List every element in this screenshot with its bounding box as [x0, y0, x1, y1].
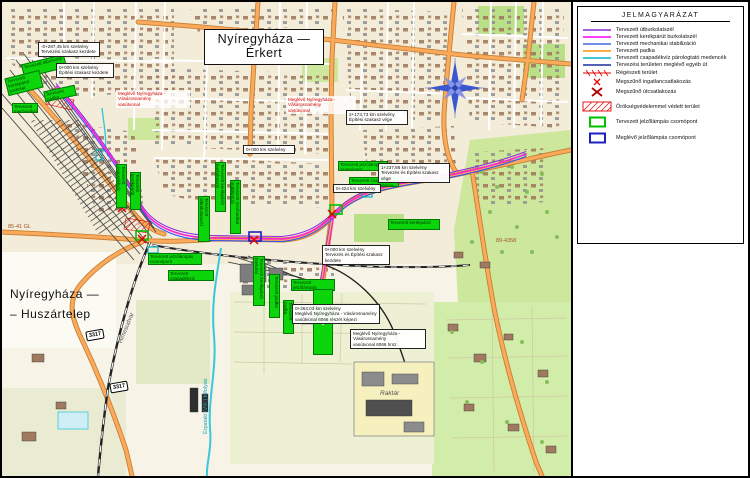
pond: [58, 412, 88, 429]
legend-line-swatch: [582, 48, 612, 54]
green-annotation: Tervezett jelzőlámpás csomópont: [148, 253, 202, 265]
legend-item-stormwater-basins: Tervezett csapadékvíz párologtató medenc…: [582, 55, 739, 61]
green-annotation: Tervezett kerékpárút: [130, 172, 141, 210]
green-annotation: Tervezett mechanikai stabilizáció: [12, 103, 38, 113]
km-callout: 0+424 km szelvény: [333, 184, 381, 193]
legend-item-shoulder: Tervezett padka: [582, 48, 739, 54]
green-annotation: Tervezett mechanikai stabilizáció: [230, 180, 241, 234]
label-warehouse: Raktár: [380, 390, 399, 397]
legend-item-removed-property-access: Megszűnő ingatlancsatlakozás: [582, 78, 739, 86]
km-callout: 0+000 km szelvény: [243, 145, 295, 154]
km-callout: 0+000 km szelvény Tervezés és Építési sz…: [322, 245, 390, 265]
legend-item-pavement-edge: Tervezett útburkolatszél: [582, 27, 739, 33]
green-annotation: Tervezett kerékpárút: [388, 219, 440, 230]
railway-note: Meglévő Nyíregyháza - Vásárosnamény vasú…: [350, 329, 426, 349]
map-canvas[interactable]: Nyíregyháza — Érkert Nyíregyháza — – Hus…: [2, 2, 571, 476]
km-callout: 1+237,86 km szelvény Tervezés és Építési…: [378, 163, 450, 183]
map-title-line2: Érkert: [205, 46, 323, 60]
legend-item-existing-signal-junction: Meglévő jelzőlámpás csomópont: [582, 132, 739, 144]
km-callout: 0+000 km szelvény Építési szakasz kezdet…: [56, 63, 114, 78]
legend-box-swatch: [582, 132, 612, 144]
legend-title: JELMAGYARÁZAT: [582, 12, 739, 19]
legend-box-swatch: [582, 116, 612, 128]
legend-hatch-swatch: [582, 69, 612, 77]
label-stream: Érpataki (VIII.) főfolyás: [203, 378, 209, 434]
sidebar-panel: JELMAGYARÁZAT Tervezett útburkolatszél T…: [571, 2, 748, 476]
legend-item-heritage-protected-area: Örökségvédelemmel védett terület: [582, 101, 739, 112]
legend-line-swatch: [582, 34, 612, 40]
green-annotation: Tervezett csapadékvíz párologtató medenc…: [168, 270, 214, 281]
railway-note: Meglévő Nyíregyháza - Vásárosnamény vasú…: [116, 90, 190, 108]
legend-line-swatch: [582, 55, 612, 61]
legend-divider: [591, 21, 729, 22]
legend-item-archaeological-area: Régészeti terület: [582, 69, 739, 77]
map-title-line1: Nyíregyháza —: [205, 32, 323, 46]
legend-item-removed-road-access: Megszűnő útcsatlakozás: [582, 87, 739, 97]
legend-line-swatch: [582, 62, 612, 68]
km-callout: 0+263,03 km szelvény Meglévő Nyíregyháza…: [292, 304, 380, 324]
legend-item-bike-path-edge: Tervezett kerékpárút burkolatszél: [582, 34, 739, 40]
legend-hatched-box-swatch: [582, 101, 612, 112]
area-label-huszartelep: Nyíregyháza — – Huszártelep: [10, 284, 99, 325]
green-annotation: Tervezett útburkolatszél: [198, 196, 210, 242]
plan-sheet: Nyíregyháza — Érkert Nyíregyháza — – Hus…: [0, 0, 750, 478]
legend-item-mechanical-stabilization: Tervezett mechanikai stabilizáció: [582, 41, 739, 47]
legend-x-swatch: [582, 87, 612, 97]
legend-panel: JELMAGYARÁZAT Tervezett útburkolatszél T…: [577, 6, 744, 244]
legend-item-planned-signal-junction: Tervezett jelzőlámpás csomópont: [582, 116, 739, 128]
legend-x-swatch: [582, 78, 612, 86]
km-callout: -0+287,45 km szelvény Tervezési szakasz …: [38, 42, 100, 57]
label-parcel-a: 89-4358: [496, 238, 516, 244]
green-annotation: Tervezett kerékpárút burkolat: [253, 256, 265, 306]
km-callout: 2+173,73 km szelvény Építési szakasz vég…: [346, 110, 408, 125]
green-annotation: Tervezett padka: [269, 274, 280, 318]
label-parcel-b: 85-41 GL: [8, 224, 31, 230]
legend-item-existing-road: Tervezési területen meglévő egyéb út: [582, 62, 739, 68]
green-annotation: Tervezett kerékpárút burkolatszél: [215, 162, 226, 212]
legend-line-swatch: [582, 41, 612, 47]
legend-line-swatch: [582, 27, 612, 33]
map-title-box: Nyíregyháza — Érkert: [204, 29, 324, 65]
green-annotation: Tervezett csapadékvíz medence: [116, 164, 127, 208]
